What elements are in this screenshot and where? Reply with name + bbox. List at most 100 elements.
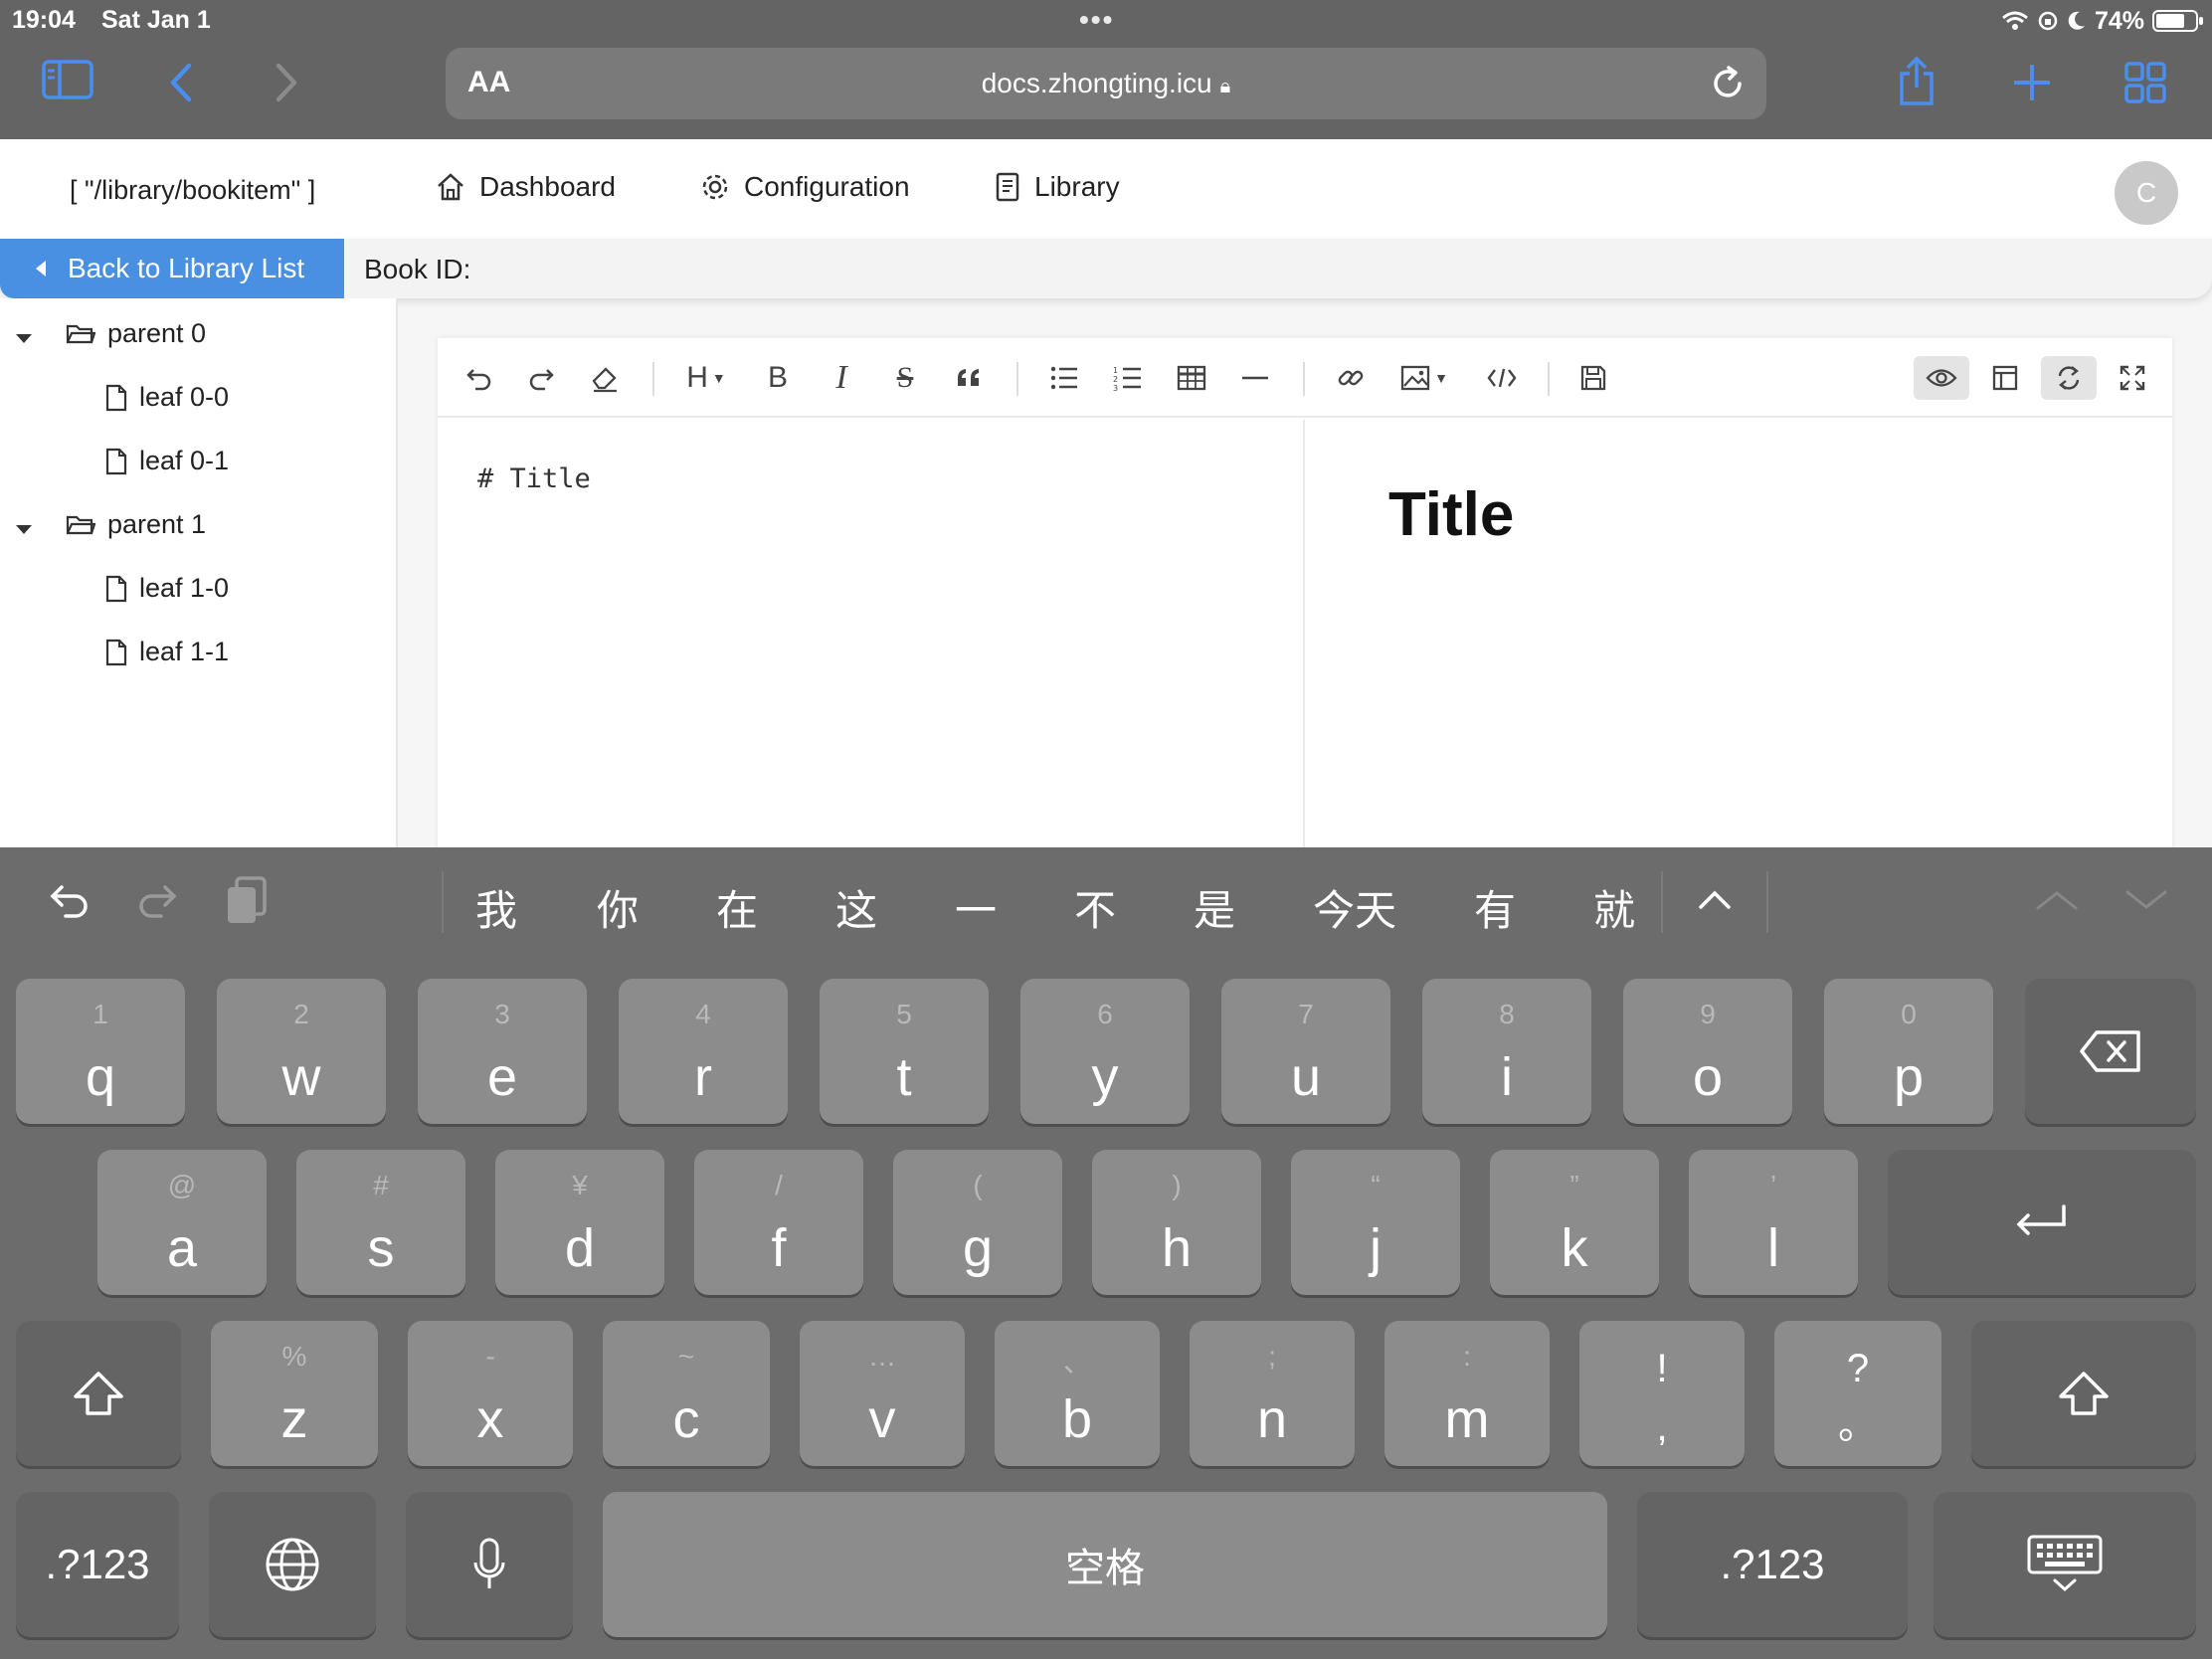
code-icon[interactable] xyxy=(1480,356,1524,400)
save-icon[interactable] xyxy=(1571,356,1615,400)
nav-configuration[interactable]: Configuration xyxy=(700,171,910,203)
tree-leaf-0-0[interactable]: leaf 0-0 xyxy=(105,382,229,413)
strikethrough-button[interactable]: S xyxy=(883,356,927,400)
multitasking-dots-icon[interactable]: ••• xyxy=(1079,4,1114,36)
key-k[interactable]: ” k xyxy=(1490,1150,1659,1295)
redo-icon[interactable] xyxy=(519,356,563,400)
bold-button[interactable]: B xyxy=(756,356,800,400)
key-j[interactable]: “j xyxy=(1291,1150,1460,1295)
undo-icon[interactable] xyxy=(48,881,92,921)
bullet-list-icon[interactable] xyxy=(1042,356,1086,400)
link-icon[interactable] xyxy=(1329,356,1373,400)
key-t[interactable]: 5t xyxy=(820,979,989,1124)
preview-eye-icon[interactable] xyxy=(1914,356,1969,400)
redo-icon[interactable] xyxy=(135,881,179,921)
key-period[interactable]: ?。 xyxy=(1774,1321,1941,1466)
layout-icon[interactable] xyxy=(1983,356,2027,400)
key-comma[interactable]: !, xyxy=(1579,1321,1745,1466)
shift-key-left[interactable] xyxy=(16,1321,181,1466)
candidate-word[interactable]: 就 xyxy=(1593,877,1635,938)
key-m[interactable]: :m xyxy=(1384,1321,1550,1466)
key-p[interactable]: 0p xyxy=(1824,979,1993,1124)
previous-field-icon[interactable] xyxy=(2035,889,2079,911)
key-v[interactable]: … v xyxy=(800,1321,965,1466)
quote-icon[interactable] xyxy=(947,356,991,400)
table-icon[interactable] xyxy=(1170,356,1213,400)
key-e[interactable]: 3e xyxy=(418,979,587,1124)
globe-key[interactable] xyxy=(209,1492,376,1637)
candidate-word[interactable]: 有 xyxy=(1474,877,1516,938)
expand-candidates-icon[interactable] xyxy=(1697,889,1733,911)
key-w[interactable]: 2w xyxy=(217,979,386,1124)
space-key[interactable]: 空格 xyxy=(603,1492,1607,1637)
key-u[interactable]: 7u xyxy=(1221,979,1390,1124)
tab-overview-icon[interactable] xyxy=(2124,62,2166,103)
image-insert-button[interactable]: ▼ xyxy=(1392,356,1456,400)
key-x[interactable]: -x xyxy=(408,1321,573,1466)
numbers-key-right[interactable]: .?123 xyxy=(1637,1492,1908,1637)
sync-scroll-icon[interactable] xyxy=(2041,356,2097,400)
forward-arrow-icon[interactable] xyxy=(273,62,300,103)
key-g[interactable]: (g xyxy=(893,1150,1062,1295)
candidate-word[interactable]: 你 xyxy=(597,877,639,938)
tree-folder-parent-0[interactable]: parent 0 xyxy=(66,318,206,349)
markdown-source-pane[interactable]: # Title xyxy=(438,420,1305,847)
key-hint-label: : xyxy=(1463,1341,1471,1372)
dismiss-keyboard-key[interactable] xyxy=(1934,1492,2196,1637)
ordered-list-icon[interactable]: 123 xyxy=(1106,356,1150,400)
tree-leaf-0-1[interactable]: leaf 0-1 xyxy=(105,446,229,476)
key-f[interactable]: / f xyxy=(694,1150,863,1295)
candidate-word[interactable]: 这 xyxy=(835,877,877,938)
key-b[interactable]: 、 b xyxy=(995,1321,1160,1466)
nav-dashboard[interactable]: Dashboard xyxy=(436,171,616,203)
expand-caret-icon[interactable] xyxy=(16,334,32,343)
key-s[interactable]: # s xyxy=(296,1150,465,1295)
clipboard-icon[interactable] xyxy=(225,875,269,925)
numbers-key-left[interactable]: .?123 xyxy=(16,1492,179,1637)
italic-button[interactable]: I xyxy=(820,356,863,400)
candidate-word[interactable]: 一 xyxy=(955,877,997,938)
address-bar[interactable]: AA docs.zhongting.icu 🔒︎ xyxy=(446,48,1766,119)
key-h[interactable]: ) h xyxy=(1092,1150,1261,1295)
sidebar-toggle-icon[interactable] xyxy=(42,60,93,99)
key-c[interactable]: ~ c xyxy=(603,1321,770,1466)
shift-key-right[interactable] xyxy=(1971,1321,2196,1466)
key-o[interactable]: 9o xyxy=(1623,979,1792,1124)
back-arrow-icon[interactable] xyxy=(167,62,195,103)
avatar[interactable]: C xyxy=(2115,161,2178,225)
delete-key[interactable] xyxy=(2025,979,2196,1124)
key-l[interactable]: ’ l xyxy=(1689,1150,1858,1295)
candidate-word[interactable]: 不 xyxy=(1074,877,1116,938)
key-y[interactable]: 6y xyxy=(1020,979,1190,1124)
next-field-icon[interactable] xyxy=(2124,889,2168,911)
candidate-word[interactable]: 我 xyxy=(475,877,517,938)
back-to-library-button[interactable]: Back to Library List xyxy=(0,239,344,298)
key-n[interactable]: ; n xyxy=(1190,1321,1355,1466)
tree-folder-parent-1[interactable]: parent 1 xyxy=(66,509,206,540)
expand-caret-icon[interactable] xyxy=(16,525,32,534)
heading-button[interactable]: H ▼ xyxy=(676,356,736,400)
key-q[interactable]: 1q xyxy=(16,979,185,1124)
reload-icon[interactable] xyxy=(1709,64,1747,108)
key-z[interactable]: % z xyxy=(211,1321,378,1466)
return-key[interactable] xyxy=(1888,1150,2196,1295)
share-icon[interactable] xyxy=(1896,56,1937,107)
fullscreen-icon[interactable] xyxy=(2111,356,2154,400)
eraser-icon[interactable] xyxy=(583,356,627,400)
url-display[interactable]: docs.zhongting.icu 🔒︎ xyxy=(446,68,1766,99)
horizontal-rule-icon[interactable] xyxy=(1233,356,1277,400)
candidate-word[interactable]: 是 xyxy=(1194,877,1235,938)
tree-leaf-1-0[interactable]: leaf 1-0 xyxy=(105,573,229,604)
key-i[interactable]: 8i xyxy=(1422,979,1591,1124)
key-a[interactable]: @ a xyxy=(97,1150,267,1295)
undo-icon[interactable] xyxy=(458,356,501,400)
tree-leaf-1-1[interactable]: leaf 1-1 xyxy=(105,637,229,667)
microphone-key[interactable] xyxy=(406,1492,573,1637)
candidate-word[interactable]: 今天 xyxy=(1313,877,1396,938)
key-r[interactable]: 4r xyxy=(619,979,788,1124)
key-d[interactable]: ¥ d xyxy=(495,1150,664,1295)
nav-library[interactable]: Library xyxy=(995,171,1120,203)
new-tab-icon[interactable] xyxy=(2011,62,2053,103)
candidate-word[interactable]: 在 xyxy=(716,877,758,938)
markdown-source-text[interactable]: # Title xyxy=(477,463,591,494)
